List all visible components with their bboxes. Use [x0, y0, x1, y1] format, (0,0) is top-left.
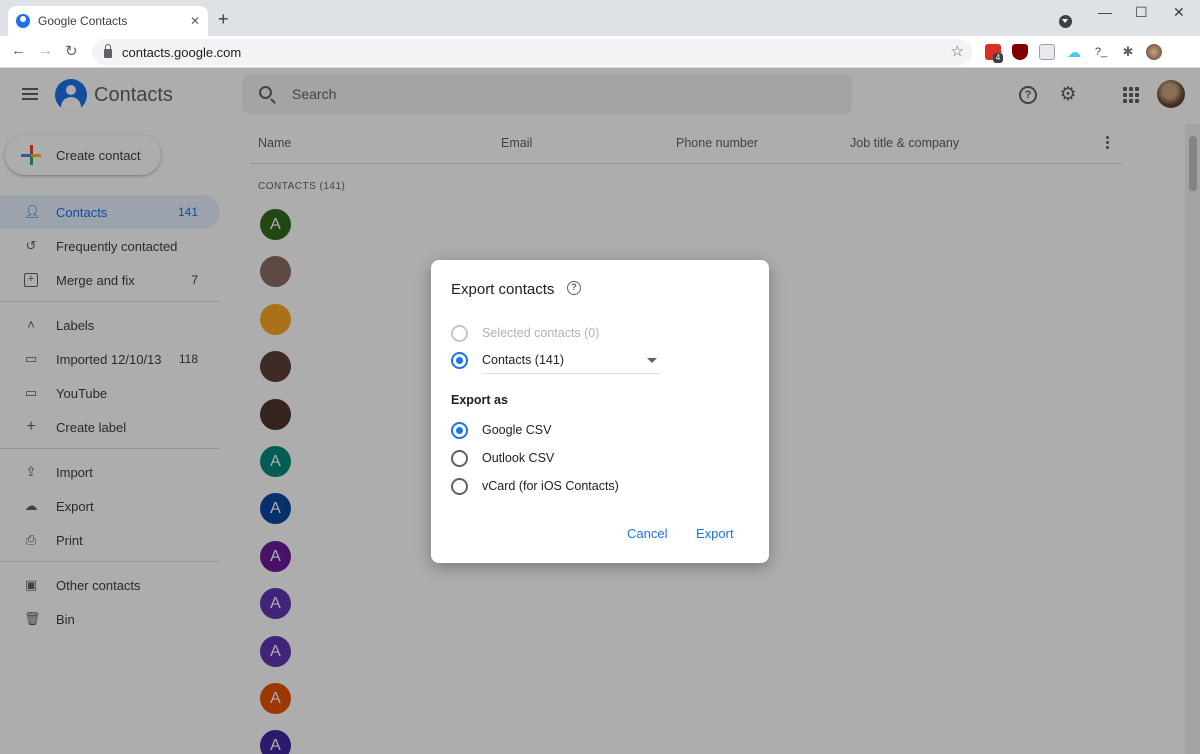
tab-search-icon[interactable] — [1059, 15, 1072, 28]
select-underline — [482, 373, 660, 374]
radio-button[interactable] — [451, 351, 468, 369]
export-as-label: Export as — [451, 393, 508, 407]
radio-google-csv[interactable]: Google CSV — [451, 420, 551, 440]
tab-title: Google Contacts — [38, 14, 128, 28]
extension-image-icon[interactable] — [1039, 44, 1055, 60]
contacts-select[interactable]: Contacts (141) — [482, 353, 564, 367]
help-icon[interactable]: ? — [567, 281, 581, 295]
browser-toolbar: ← → ↻ contacts.google.com ☆ 4 ☁ ?_ ✱ — [0, 36, 1200, 68]
back-arrow-icon[interactable]: ← — [11, 42, 26, 59]
radio-selected-contacts[interactable]: Selected contacts (0) — [451, 323, 599, 343]
dialog-title: Export contacts — [451, 281, 555, 298]
contacts-favicon-icon — [16, 14, 30, 28]
browser-tab[interactable]: Google Contacts ✕ — [8, 6, 208, 36]
maximize-button[interactable]: ☐ — [1135, 4, 1148, 21]
window-close-button[interactable]: ✕ — [1173, 4, 1185, 21]
radio-button[interactable] — [451, 477, 468, 495]
minimize-button[interactable]: — — [1098, 4, 1112, 20]
export-contacts-dialog: Export contacts ? Selected contacts (0) … — [431, 260, 769, 563]
radio-button[interactable] — [451, 449, 468, 467]
forward-arrow-icon[interactable]: → — [38, 42, 53, 59]
extension-cloud-icon[interactable]: ☁ — [1066, 44, 1082, 60]
url-text: contacts.google.com — [122, 44, 242, 60]
tab-close-icon[interactable]: ✕ — [190, 14, 200, 28]
radio-button[interactable] — [451, 421, 468, 439]
dropdown-caret-icon[interactable] — [647, 358, 657, 363]
extension-ublock-icon[interactable] — [1012, 44, 1028, 60]
cancel-button[interactable]: Cancel — [627, 526, 667, 541]
new-tab-button[interactable]: + — [218, 9, 229, 30]
extension-terminal-icon[interactable]: ?_ — [1093, 44, 1109, 60]
radio-outlook-csv[interactable]: Outlook CSV — [451, 448, 554, 468]
radio-all-contacts[interactable]: Contacts (141) — [451, 350, 564, 370]
browser-profile-avatar[interactable] — [1146, 44, 1162, 60]
bookmark-star-icon[interactable]: ☆ — [951, 42, 964, 60]
browser-tab-bar: Google Contacts ✕ + — ☐ ✕ — [0, 0, 1200, 36]
reload-icon[interactable]: ↻ — [65, 42, 78, 60]
address-bar[interactable]: contacts.google.com ☆ — [92, 39, 972, 65]
lock-icon — [104, 43, 112, 58]
extensions-puzzle-icon[interactable]: ✱ — [1120, 44, 1136, 60]
radio-vcard[interactable]: vCard (for iOS Contacts) — [451, 476, 619, 496]
radio-button[interactable] — [451, 324, 468, 342]
extension-badge: 4 — [993, 53, 1003, 63]
export-button[interactable]: Export — [696, 526, 734, 541]
